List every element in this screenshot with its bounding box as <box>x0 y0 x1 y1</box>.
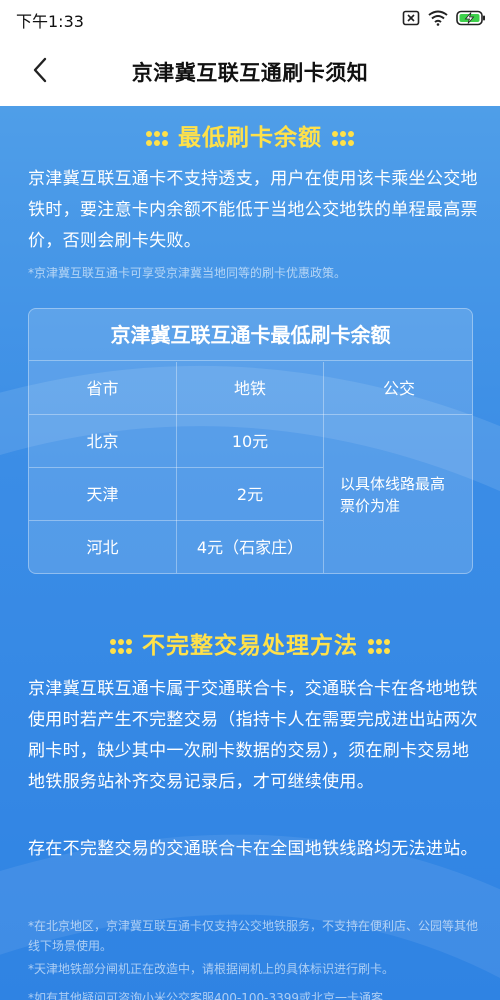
header-subway: 地铁 <box>176 362 323 415</box>
footnote: *在北京地区，京津冀互联互通卡仅支持公交地铁服务，不支持在便利店、公园等其他线下… <box>28 919 479 953</box>
cell-bus-merged: 以具体线路最高票价为准 <box>323 415 472 573</box>
min-balance-paragraph: 京津冀互联互通卡不支持透支，用户在使用该卡乘坐公交地铁时，要注意卡内余额不能低于… <box>28 169 478 251</box>
cell-city: 河北 <box>86 538 119 557</box>
wifi-icon <box>428 10 448 26</box>
min-balance-table: 京津冀互联互通卡最低刷卡余额 省市 地铁 公交 北京 10元 天津 2元 河北 … <box>28 308 473 574</box>
cell-subway: 4元（石家庄） <box>176 521 323 573</box>
alarm-icon <box>402 10 420 26</box>
footnote: *天津地铁部分闸机正在改造中，请根据闸机上的具体标识进行刷卡。 <box>28 962 395 976</box>
status-bar: 下午1:33 <box>0 0 500 36</box>
status-time: 下午1:33 <box>16 12 84 31</box>
table-row: 天津 2元 <box>29 468 323 521</box>
status-icons <box>402 8 486 28</box>
cell-subway: 2元 <box>176 468 323 521</box>
table-title: 京津冀互联互通卡最低刷卡余额 <box>29 309 472 361</box>
page-title: 京津冀互联互通刷卡须知 <box>131 61 369 85</box>
footnote: *如有其他疑问可咨询小米公交客服400-100-3399或北京一卡通客 <box>28 991 384 1000</box>
dots-right-decoration <box>364 638 390 656</box>
table-row: 北京 10元 <box>29 415 323 468</box>
cell-city: 天津 <box>86 485 119 504</box>
header-city: 省市 <box>86 379 119 398</box>
cell-city: 北京 <box>86 432 119 451</box>
dots-left-decoration <box>110 638 136 656</box>
section-title-incomplete-transaction: 不完整交易处理方法 <box>0 626 500 660</box>
min-balance-note: *京津冀互联互通卡可享受京津冀当地同等的刷卡优惠政策。 <box>28 266 347 280</box>
incomplete-transaction-paragraph: 京津冀互联互通卡属于交通联合卡，交通联合卡在各地地铁使用时若产生不完整交易（指持… <box>28 679 478 792</box>
dots-right-decoration <box>328 130 354 148</box>
cell-subway: 10元 <box>176 415 323 468</box>
section-title-text: 不完整交易处理方法 <box>142 633 358 659</box>
header-bus: 公交 <box>323 362 472 415</box>
table-header-row: 省市 地铁 公交 <box>29 362 472 415</box>
dots-left-decoration <box>146 130 172 148</box>
bus-note: 以具体线路最高票价为准 <box>340 475 446 515</box>
table-row: 河北 4元（石家庄） <box>29 521 323 573</box>
section-title-min-balance: 最低刷卡余额 <box>0 118 500 152</box>
content-area[interactable]: 最低刷卡余额 京津冀互联互通卡不支持透支，用户在使用该卡乘坐公交地铁时，要注意卡… <box>0 106 500 1000</box>
section-title-text: 最低刷卡余额 <box>178 125 322 151</box>
battery-charging-icon <box>456 10 486 26</box>
nav-bar: 京津冀互联互通刷卡须知 <box>0 36 500 106</box>
incomplete-transaction-warning: 存在不完整交易的交通联合卡在全国地铁线路均无法进站。 <box>28 839 478 859</box>
